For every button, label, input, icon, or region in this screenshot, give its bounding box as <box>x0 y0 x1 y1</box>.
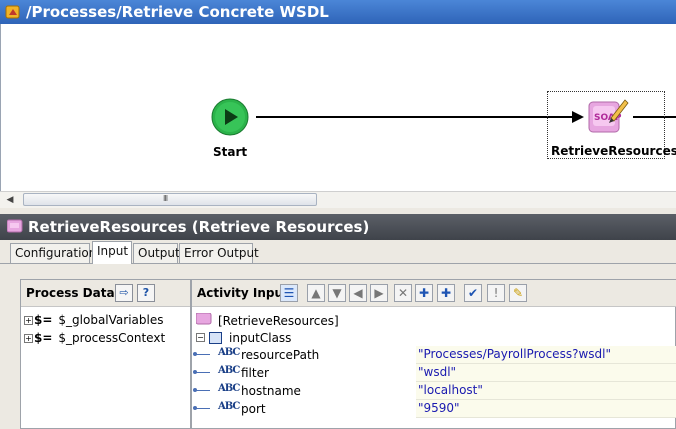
field-value-port[interactable]: "9590" <box>416 400 676 418</box>
delete-icon[interactable]: ✕ <box>394 284 412 302</box>
string-type-icon: ABC <box>218 365 240 376</box>
process-data-title: Process Data: <box>26 286 120 300</box>
tree-item-global-variables[interactable]: + $= $_globalVariables <box>24 313 163 329</box>
tab-output[interactable]: Output <box>133 243 180 263</box>
move-right-button[interactable]: ▶ <box>370 284 388 302</box>
add-child-button[interactable]: ✚ <box>415 284 433 302</box>
soap-small-icon <box>195 312 212 325</box>
class-icon <box>209 332 222 344</box>
tree-item-label: $_processContext <box>58 331 166 345</box>
string-type-icon: ABC <box>218 383 240 394</box>
input-field-row[interactable]: ABC filter "wsdl" <box>192 364 676 382</box>
transition-arrow[interactable] <box>256 116 578 118</box>
expand-icon[interactable]: + <box>24 334 33 343</box>
start-node[interactable] <box>211 98 249 136</box>
check-button[interactable]: ✔ <box>464 284 482 302</box>
tab-configuration[interactable]: Configuration <box>10 243 96 263</box>
mapping-dot-icon <box>193 370 197 374</box>
activity-panel-title: RetrieveResources (Retrieve Resources) <box>28 218 370 236</box>
field-value-hostname[interactable]: "localhost" <box>416 382 676 400</box>
field-value-resourcepath[interactable]: "Processes/PayrollProcess?wsdl" <box>416 346 676 364</box>
string-type-icon: ABC <box>218 347 240 358</box>
help-button[interactable]: ? <box>137 284 155 302</box>
field-value-filter[interactable]: "wsdl" <box>416 364 676 382</box>
string-type-icon: ABC <box>218 401 240 412</box>
mapping-dot-icon <box>193 352 197 356</box>
edit-pencil-icon[interactable]: ✎ <box>509 284 527 302</box>
process-icon <box>5 4 21 20</box>
field-name: resourcePath <box>241 348 320 362</box>
tree-item-process-context[interactable]: + $= $_processContext <box>24 331 165 347</box>
input-field-row[interactable]: ABC resourcePath "Processes/PayrollProce… <box>192 346 676 364</box>
activity-label: RetrieveResources <box>551 144 676 158</box>
add-sibling-button[interactable]: ✚ <box>437 284 455 302</box>
move-up-button[interactable]: ▲ <box>307 284 325 302</box>
process-window-title: /Processes/Retrieve Concrete WSDL <box>26 3 329 21</box>
scrollbar-thumb[interactable] <box>23 193 317 206</box>
dollar-variable-icon: $= <box>34 313 53 327</box>
input-field-row[interactable]: ABC hostname "localhost" <box>192 382 676 400</box>
move-down-button[interactable]: ▼ <box>328 284 346 302</box>
scrollbar-grip: III <box>163 194 168 203</box>
start-label: Start <box>213 145 248 159</box>
activity-panel-titlebar: RetrieveResources (Retrieve Resources) <box>0 214 676 240</box>
map-to-input-button[interactable]: ⇨ <box>115 284 133 302</box>
input-field-row[interactable]: ABC port "9590" <box>192 400 676 418</box>
field-name: hostname <box>241 384 301 398</box>
soap-activity-icon[interactable]: SOAP <box>585 96 629 136</box>
tree-item-label: $_globalVariables <box>58 313 164 327</box>
show-tree-button[interactable]: ☰ <box>280 284 298 302</box>
dollar-variable-icon: $= <box>34 331 53 345</box>
process-window-titlebar: /Processes/Retrieve Concrete WSDL <box>0 0 676 24</box>
tab-error-output[interactable]: Error Output <box>179 243 259 263</box>
input-class-label: inputClass <box>229 331 292 345</box>
field-name: port <box>241 402 266 416</box>
collapse-icon[interactable]: − <box>196 333 205 342</box>
tab-input[interactable]: Input <box>92 241 132 264</box>
soap-small-icon <box>6 219 23 233</box>
input-root-label: [RetrieveResources] <box>218 314 339 328</box>
mapping-dot-icon <box>193 388 197 392</box>
input-class-row[interactable]: − inputClass <box>192 329 676 347</box>
field-name: filter <box>241 366 269 380</box>
expand-icon[interactable]: + <box>24 316 33 325</box>
scroll-left-icon[interactable]: ◀ <box>4 194 16 206</box>
warning-button[interactable]: ! <box>487 284 505 302</box>
mapping-dot-icon <box>193 406 197 410</box>
move-left-button[interactable]: ◀ <box>349 284 367 302</box>
input-root-row[interactable]: [RetrieveResources] <box>192 312 676 330</box>
